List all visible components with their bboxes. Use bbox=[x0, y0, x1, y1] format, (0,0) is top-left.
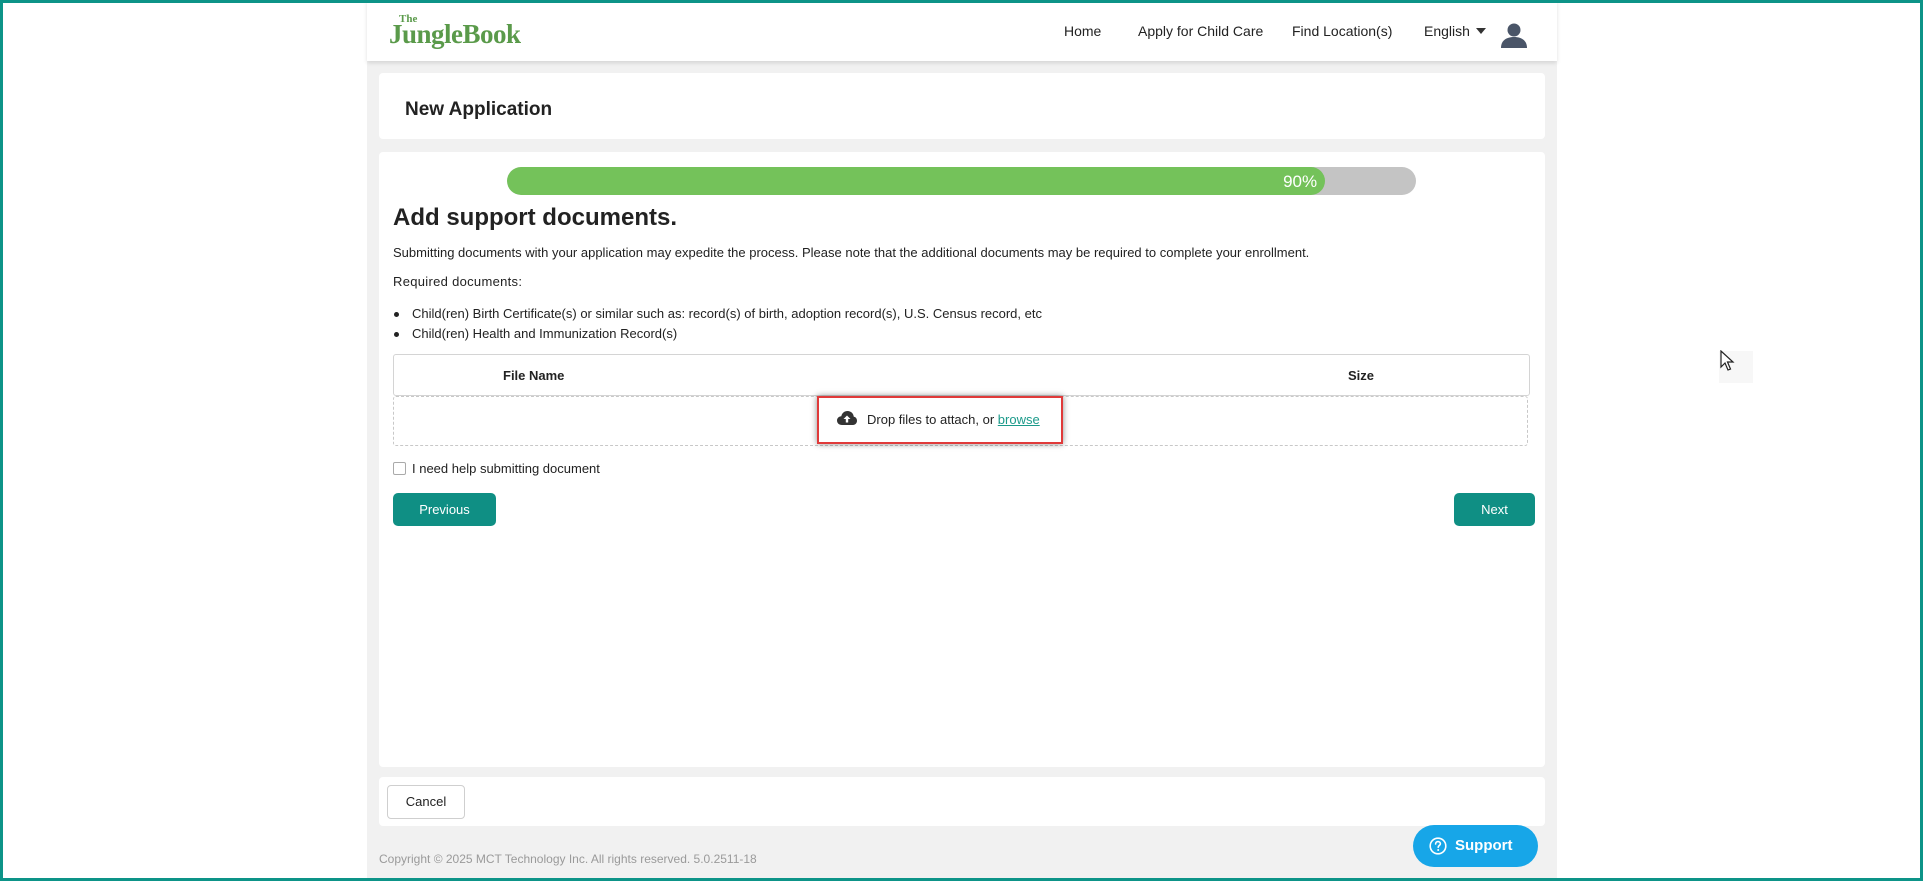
list-item: Child(ren) Birth Certificate(s) or simil… bbox=[393, 306, 1042, 326]
required-documents-label: Required documents: bbox=[393, 274, 523, 289]
support-button[interactable]: Support bbox=[1413, 825, 1538, 867]
language-dropdown[interactable]: English bbox=[1424, 23, 1486, 39]
nav-home-link[interactable]: Home bbox=[1064, 23, 1101, 39]
required-documents-list: Child(ren) Birth Certificate(s) or simil… bbox=[393, 306, 1042, 346]
nav-apply-link[interactable]: Apply for Child Care bbox=[1138, 23, 1263, 39]
top-header: The JungleBook Home Apply for Child Care… bbox=[367, 0, 1557, 61]
column-size: Size bbox=[1348, 368, 1375, 383]
dropzone-target[interactable]: Drop files to attach, or browse bbox=[817, 396, 1063, 444]
previous-button[interactable]: Previous bbox=[393, 493, 496, 526]
help-checkbox[interactable] bbox=[393, 462, 406, 475]
list-item: Child(ren) Health and Immunization Recor… bbox=[393, 326, 1042, 346]
progress-bar: 90% bbox=[507, 167, 1416, 195]
section-title: Add support documents. bbox=[393, 204, 677, 231]
nav-find-location-link[interactable]: Find Location(s) bbox=[1292, 23, 1392, 39]
cancel-button[interactable]: Cancel bbox=[387, 785, 465, 819]
logo-main: JungleBook bbox=[389, 19, 521, 49]
support-label: Support bbox=[1455, 837, 1513, 854]
progress-fill: 90% bbox=[507, 167, 1326, 195]
language-label: English bbox=[1424, 23, 1470, 39]
title-card: New Application bbox=[379, 73, 1545, 139]
section-description: Submitting documents with your applicati… bbox=[393, 245, 1310, 260]
page-title: New Application bbox=[405, 99, 553, 120]
question-circle-icon bbox=[1429, 837, 1447, 855]
help-checkbox-row[interactable]: I need help submitting document bbox=[393, 461, 600, 476]
mouse-cursor-icon bbox=[1720, 350, 1735, 371]
documents-card: 90% Add support documents. Submitting do… bbox=[379, 152, 1545, 767]
files-table-header: File Name Size bbox=[393, 354, 1530, 396]
browse-link[interactable]: browse bbox=[998, 412, 1040, 427]
cloud-upload-icon bbox=[837, 411, 857, 425]
next-button[interactable]: Next bbox=[1454, 493, 1535, 526]
dropzone-label: Drop files to attach, or bbox=[867, 412, 998, 427]
footer-card: Cancel bbox=[379, 777, 1545, 826]
user-account-icon[interactable] bbox=[1500, 22, 1528, 48]
app-page: The JungleBook Home Apply for Child Care… bbox=[367, 0, 1557, 881]
column-file-name: File Name bbox=[503, 368, 565, 383]
copyright-text: Copyright © 2025 MCT Technology Inc. All… bbox=[379, 852, 757, 866]
dropzone-text: Drop files to attach, or browse bbox=[867, 412, 1040, 427]
caret-down-icon bbox=[1475, 28, 1486, 34]
help-checkbox-label: I need help submitting document bbox=[412, 461, 600, 476]
progress-label: 90% bbox=[1283, 172, 1318, 191]
